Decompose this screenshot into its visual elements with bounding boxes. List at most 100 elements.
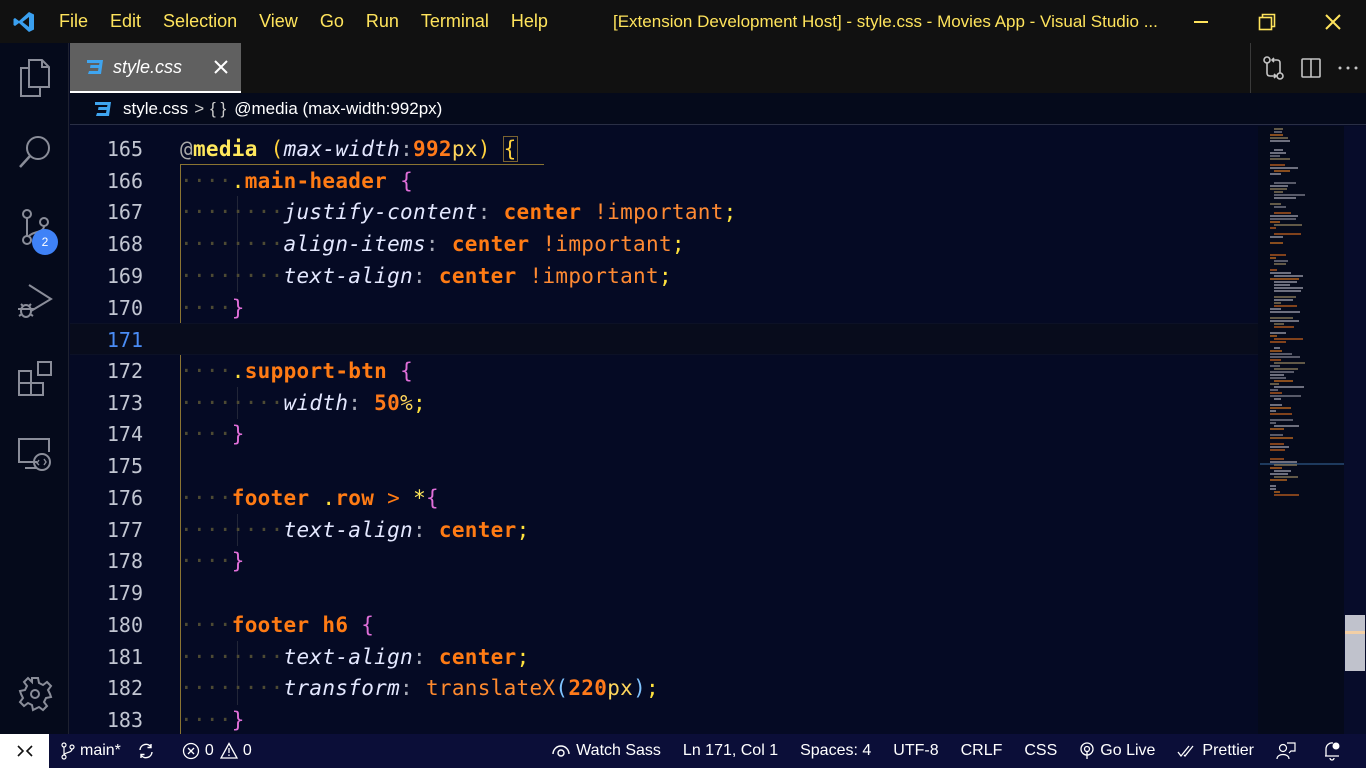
minimap-line xyxy=(1270,341,1286,343)
minimap-line xyxy=(1270,446,1289,448)
encoding-selector[interactable]: UTF-8 xyxy=(879,734,946,768)
line-number: 182 xyxy=(106,676,143,700)
tab-label: style.css xyxy=(113,56,183,77)
breadcrumb: style.css > { } @media (max-width:992px) xyxy=(70,93,1366,125)
css-file-icon xyxy=(87,60,103,74)
error-count: 0 xyxy=(204,742,214,759)
minimap-line xyxy=(1270,215,1298,217)
line-number: 170 xyxy=(106,296,143,320)
minimap-line xyxy=(1274,380,1293,382)
menu-view[interactable]: View xyxy=(248,0,309,43)
minimap-line xyxy=(1274,362,1305,364)
code-text: ········text-align: center; xyxy=(180,645,530,669)
code-line: 165 @media (max-width:992px) { xyxy=(70,133,1258,165)
vertical-scrollbar[interactable] xyxy=(1344,126,1366,734)
problems-indicator[interactable]: 0 0 xyxy=(168,734,260,768)
cursor-position[interactable]: Ln 171, Col 1 xyxy=(669,734,786,768)
activity-source-control[interactable] xyxy=(0,193,69,263)
line-number: 178 xyxy=(106,549,143,573)
activity-search[interactable] xyxy=(0,117,69,187)
breadcrumb-symbol[interactable]: @media (max-width:992px) xyxy=(234,99,442,119)
sync-button[interactable] xyxy=(129,734,168,768)
language-selector[interactable]: CSS xyxy=(1010,734,1065,768)
minimap-line xyxy=(1274,260,1288,262)
remote-explorer-icon xyxy=(17,438,51,471)
menu-help[interactable]: Help xyxy=(500,0,559,43)
check-all-icon xyxy=(1177,745,1194,758)
minimap-line xyxy=(1270,332,1286,334)
feedback-button[interactable] xyxy=(1262,734,1309,768)
tab-bar: style.css xyxy=(70,43,1366,93)
minimap-line xyxy=(1270,359,1281,361)
code-text: ········justify-content: center !importa… xyxy=(180,200,737,224)
activity-remote-explorer[interactable] xyxy=(0,419,69,489)
tab-style-css[interactable]: style.css xyxy=(70,43,241,93)
minimap-line xyxy=(1274,368,1298,370)
menu-terminal[interactable]: Terminal xyxy=(410,0,500,43)
minimap-line xyxy=(1274,287,1303,289)
menu-selection[interactable]: Selection xyxy=(152,0,248,43)
prettier-button[interactable]: Prettier xyxy=(1163,734,1262,768)
activity-explorer[interactable] xyxy=(0,43,69,113)
minimize-button[interactable] xyxy=(1168,0,1234,43)
more-actions-button[interactable] xyxy=(1329,53,1366,83)
minimap-line xyxy=(1270,374,1284,376)
minimap-line xyxy=(1270,188,1287,190)
minimap-line xyxy=(1274,347,1280,349)
minimap-line xyxy=(1270,458,1284,460)
minimap-line xyxy=(1270,320,1299,322)
minimap-line xyxy=(1270,410,1276,412)
activity-manage[interactable] xyxy=(0,659,69,729)
remote-indicator[interactable] xyxy=(0,734,49,768)
minimap-line xyxy=(1270,467,1282,469)
activity-extensions[interactable] xyxy=(0,343,69,413)
minimap-line xyxy=(1274,212,1291,214)
minimap-line xyxy=(1274,290,1301,292)
minimap-line xyxy=(1274,194,1305,196)
minimap-line xyxy=(1270,437,1293,439)
tab-close-button[interactable] xyxy=(211,57,231,77)
notifications-button[interactable] xyxy=(1309,734,1354,768)
source-control-badge: 2 xyxy=(32,229,58,255)
go-live-button[interactable]: Go Live xyxy=(1065,734,1163,768)
minimap-line xyxy=(1270,383,1279,385)
menu-edit[interactable]: Edit xyxy=(99,0,152,43)
extensions-icon xyxy=(17,361,52,396)
warning-icon xyxy=(219,742,238,759)
minimap-line xyxy=(1274,323,1284,325)
menu-bar: File Edit Selection View Go Run Terminal… xyxy=(48,0,559,43)
breadcrumb-file[interactable]: style.css xyxy=(123,99,188,119)
line-number: 165 xyxy=(106,137,143,161)
code-text: ····footer .row > *{ xyxy=(180,486,439,510)
search-icon xyxy=(18,136,50,168)
minimap-line xyxy=(1270,404,1282,406)
minimap-line xyxy=(1270,140,1290,142)
minimap-line xyxy=(1270,434,1283,436)
open-changes-button[interactable] xyxy=(1255,53,1292,83)
minimap-line xyxy=(1270,419,1293,421)
activity-bar: 2 xyxy=(0,43,69,734)
restore-button[interactable] xyxy=(1234,0,1300,43)
minimap-line xyxy=(1274,263,1286,265)
minimap-line xyxy=(1270,269,1277,271)
split-editor-button[interactable] xyxy=(1292,53,1329,83)
code-text: @media (max-width:992px) { xyxy=(180,136,518,162)
code-editor[interactable]: 165 @media (max-width:992px) { 166 ····.… xyxy=(70,126,1258,734)
minimap-line xyxy=(1270,317,1293,319)
minimap-line xyxy=(1270,236,1283,238)
minimap[interactable] xyxy=(1258,126,1344,734)
menu-go[interactable]: Go xyxy=(309,0,355,43)
menu-run[interactable]: Run xyxy=(355,0,410,43)
menu-file[interactable]: File xyxy=(48,0,99,43)
code-text: ········text-align: center !important; xyxy=(180,264,672,288)
scrollbar-thumb[interactable] xyxy=(1345,615,1365,671)
activity-run-debug[interactable] xyxy=(0,267,69,337)
line-number: 179 xyxy=(106,581,143,605)
restore-icon xyxy=(1258,13,1276,30)
close-button[interactable] xyxy=(1300,0,1366,43)
watch-sass-button[interactable]: Watch Sass xyxy=(543,734,669,768)
line-number: 171 xyxy=(106,328,143,352)
branch-indicator[interactable]: main* xyxy=(49,734,129,768)
indentation-selector[interactable]: Spaces: 4 xyxy=(786,734,879,768)
eol-selector[interactable]: CRLF xyxy=(947,734,1011,768)
